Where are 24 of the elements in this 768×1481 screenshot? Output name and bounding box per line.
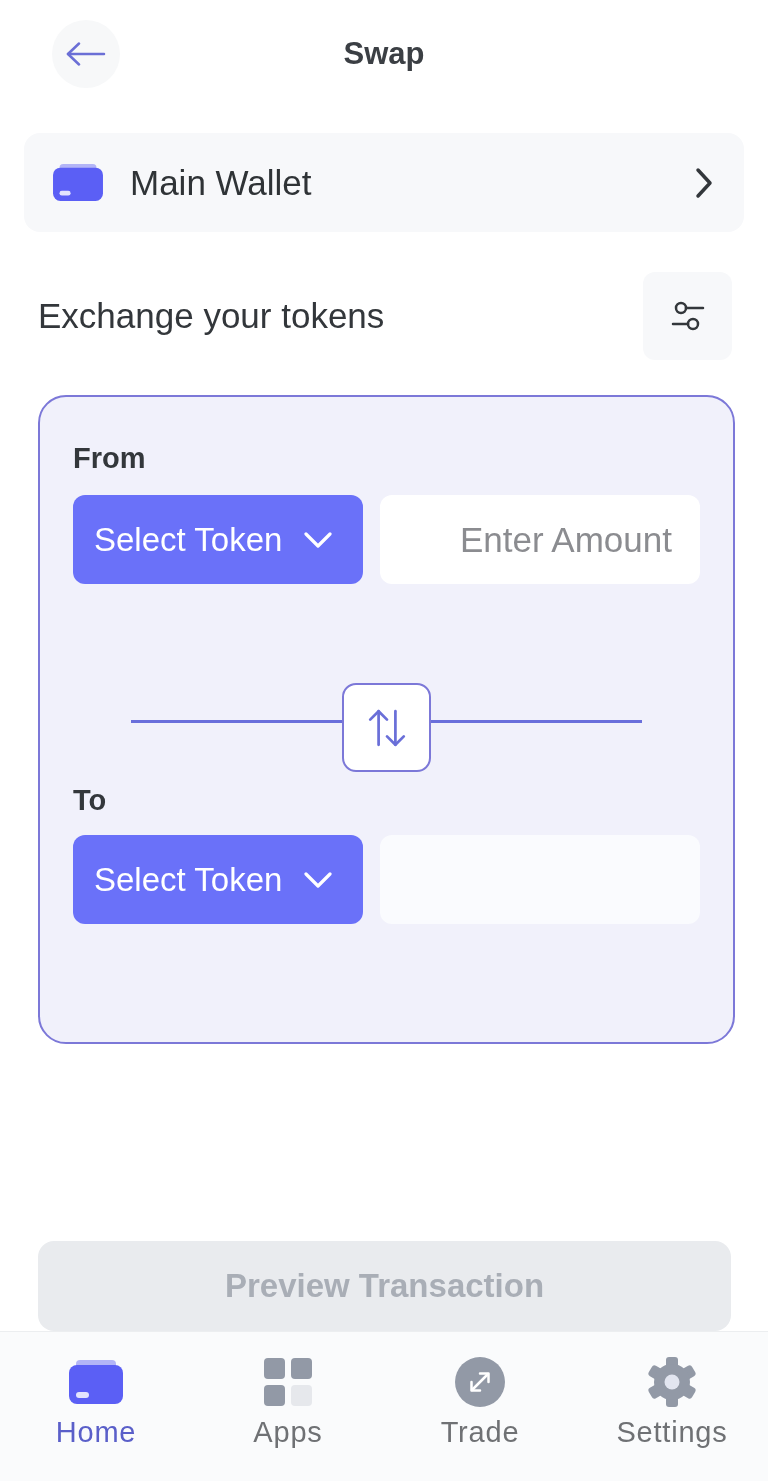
- settings-button[interactable]: [643, 272, 732, 360]
- wallet-selector[interactable]: Main Wallet: [24, 133, 744, 232]
- section-title: Exchange your tokens: [38, 296, 385, 336]
- sliders-icon: [670, 300, 705, 332]
- settings-icon: [647, 1357, 697, 1407]
- token-select-button[interactable]: Select Token: [73, 835, 363, 924]
- wallet-icon: [53, 164, 103, 201]
- chevron-down-icon: [304, 531, 333, 548]
- nav-tab[interactable]: Trade: [384, 1332, 576, 1481]
- nav-tab[interactable]: Home: [0, 1332, 192, 1481]
- grid-icon: [264, 1358, 312, 1406]
- field-label: From: [73, 443, 146, 473]
- back-arrow-icon: [66, 42, 106, 66]
- wallet-icon: [69, 1360, 123, 1404]
- chevron-down-icon: [304, 871, 333, 888]
- amount-input[interactable]: Enter Amount: [380, 495, 700, 584]
- nav-tab[interactable]: Settings: [576, 1332, 768, 1481]
- field-label: To: [73, 785, 107, 815]
- chevron-right-icon: [695, 166, 713, 199]
- nav-tab[interactable]: Apps: [192, 1332, 384, 1481]
- expand-arrows-icon: [455, 1357, 505, 1407]
- swap-direction-button[interactable]: [342, 683, 431, 772]
- page-title: Swap: [343, 35, 425, 73]
- token-select-button[interactable]: Select Token: [73, 495, 363, 584]
